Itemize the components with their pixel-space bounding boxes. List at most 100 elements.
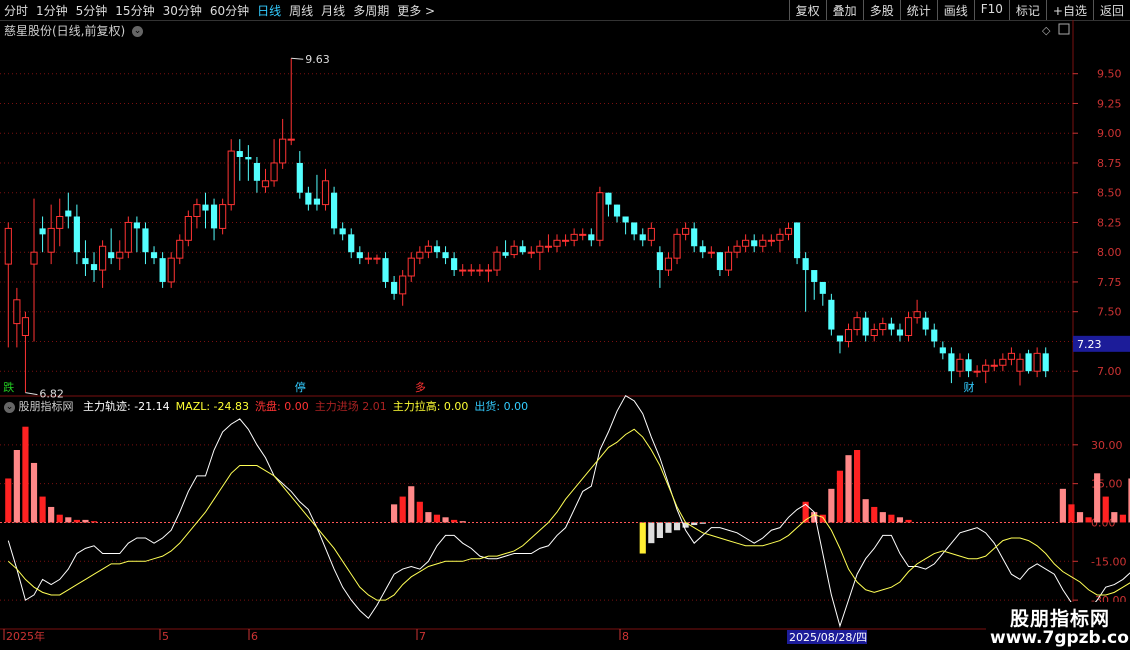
date-label-0: 2025年 <box>6 629 45 643</box>
candle-body-83 <box>716 252 723 271</box>
candle-body-22 <box>193 204 201 218</box>
ind-bar-16 <box>433 514 441 523</box>
ind-bar-27 <box>862 499 869 523</box>
candle-body-109 <box>939 347 946 354</box>
event-tag-1: 停 <box>295 380 306 394</box>
period-tab-10[interactable]: 更多 > <box>397 2 435 19</box>
ind-bar-37 <box>1094 473 1101 523</box>
candle-body-35 <box>305 192 312 205</box>
tool-button-7[interactable]: +自选 <box>1045 0 1093 20</box>
tool-buttons: 复权 叠加 多股 统计 画线 F10 标记 +自选 返回 <box>788 0 1130 20</box>
period-tab-2[interactable]: 5分钟 <box>76 2 108 19</box>
ind-yellow-bar-3 <box>665 522 672 533</box>
kline-chart[interactable]: 9.509.259.008.758.508.258.007.757.507.25… <box>0 20 1130 650</box>
period-tab-7[interactable]: 周线 <box>289 2 313 19</box>
ind-bar-2 <box>22 426 29 523</box>
candle-body-31 <box>270 162 278 182</box>
candle-body-69 <box>596 192 604 241</box>
ind-bar-3 <box>30 462 38 523</box>
candle-body-110 <box>948 353 955 372</box>
candle-body-87 <box>751 240 758 247</box>
tool-button-6[interactable]: 标记 <box>1008 0 1046 20</box>
diamond-icon: ◇ <box>1042 24 1051 37</box>
ind-bar-13 <box>408 486 415 523</box>
tool-button-5[interactable]: F10 <box>973 0 1009 20</box>
candle-body-15 <box>133 222 140 229</box>
candle-body-6 <box>56 216 64 229</box>
candle-body-60 <box>519 246 526 253</box>
candle-body-37 <box>321 180 330 206</box>
candle-body-12 <box>108 252 115 259</box>
ind-bar-34 <box>1068 504 1075 523</box>
price-label-8: 7.50 <box>1097 306 1122 319</box>
mazl-line <box>7 428 1130 601</box>
candle-body-107 <box>922 317 929 330</box>
candle-body-19 <box>167 257 175 283</box>
ind-bar-26 <box>854 450 861 523</box>
candle-body-13 <box>116 251 124 259</box>
event-tag-0: 跌 <box>3 380 14 394</box>
ind-label-0: 30.00 <box>1091 439 1123 452</box>
event-tag-2: 多 <box>415 380 426 394</box>
ind-yellow-bar-0 <box>639 522 646 554</box>
candle-body-66 <box>570 233 578 241</box>
watermark-title: 股朋指标网 <box>1010 608 1111 630</box>
candle-body-70 <box>605 192 612 205</box>
period-tab-3[interactable]: 15分钟 <box>115 2 154 19</box>
candle-body-58 <box>502 252 509 256</box>
ind-bar-4 <box>39 496 46 523</box>
ind-bar-29 <box>879 512 886 523</box>
candle-body-119 <box>1025 353 1032 372</box>
date-label-3: 7 <box>419 630 426 643</box>
price-label-10: 7.00 <box>1097 365 1122 378</box>
ind-bar-39 <box>1111 512 1118 523</box>
candle-body-102 <box>879 323 887 331</box>
period-tab-5[interactable]: 60分钟 <box>210 2 249 19</box>
candle-body-1 <box>13 299 21 325</box>
price-label-3: 8.75 <box>1097 157 1122 170</box>
price-label-2: 9.00 <box>1097 127 1122 140</box>
tool-button-0[interactable]: 复权 <box>788 0 826 20</box>
candle-body-112 <box>965 359 972 372</box>
candle-body-61 <box>527 251 535 254</box>
candle-body-47 <box>407 257 415 277</box>
tool-button-1[interactable]: 叠加 <box>825 0 863 20</box>
candle-body-49 <box>424 245 432 253</box>
ind-bar-0 <box>5 478 12 523</box>
candle-body-72 <box>622 216 629 223</box>
period-tab-9[interactable]: 多周期 <box>353 2 389 19</box>
candle-body-32 <box>279 138 287 164</box>
watermark-logo: 股朋指标网 www.7gpzb.com <box>986 602 1130 650</box>
candle-body-63 <box>544 245 553 248</box>
candle-body-105 <box>904 317 913 336</box>
candle-body-8 <box>73 216 80 253</box>
candle-body-50 <box>433 246 441 253</box>
period-tab-4[interactable]: 30分钟 <box>163 2 202 19</box>
candle-body-77 <box>664 257 673 271</box>
candle-body-59 <box>510 245 518 256</box>
candle-body-113 <box>973 370 981 373</box>
period-tab-8[interactable]: 月线 <box>321 2 345 19</box>
tool-button-3[interactable]: 统计 <box>899 0 937 20</box>
period-tab-0[interactable]: 分时 <box>4 2 28 19</box>
candle-body-51 <box>442 252 449 259</box>
ind-bar-5 <box>48 506 55 523</box>
period-tab-1[interactable]: 1分钟 <box>36 2 68 19</box>
date-highlight-label: 2025/08/28/四 <box>789 631 867 644</box>
tool-button-4[interactable]: 画线 <box>936 0 974 20</box>
ind-bar-33 <box>1059 488 1066 523</box>
candle-body-90 <box>776 233 784 241</box>
candle-body-86 <box>742 239 750 247</box>
top-toolbar: 分时 1分钟 5分钟 15分钟 30分钟 60分钟 日线 周线 月线 多周期 更多 > 复权 叠加 多股… <box>0 0 1130 21</box>
candle-body-62 <box>536 245 544 253</box>
candle-body-93 <box>802 258 809 271</box>
candle-body-4 <box>39 228 46 235</box>
period-tab-6[interactable]: 日线 <box>257 2 281 19</box>
date-label-2: 6 <box>251 630 258 643</box>
candle-body-85 <box>733 245 741 253</box>
candle-body-91 <box>784 227 793 235</box>
candle-body-54 <box>467 269 475 272</box>
tool-button-8[interactable]: 返回 <box>1092 0 1130 20</box>
tool-button-2[interactable]: 多股 <box>862 0 900 20</box>
ind-yellow-bar-2 <box>656 522 663 538</box>
